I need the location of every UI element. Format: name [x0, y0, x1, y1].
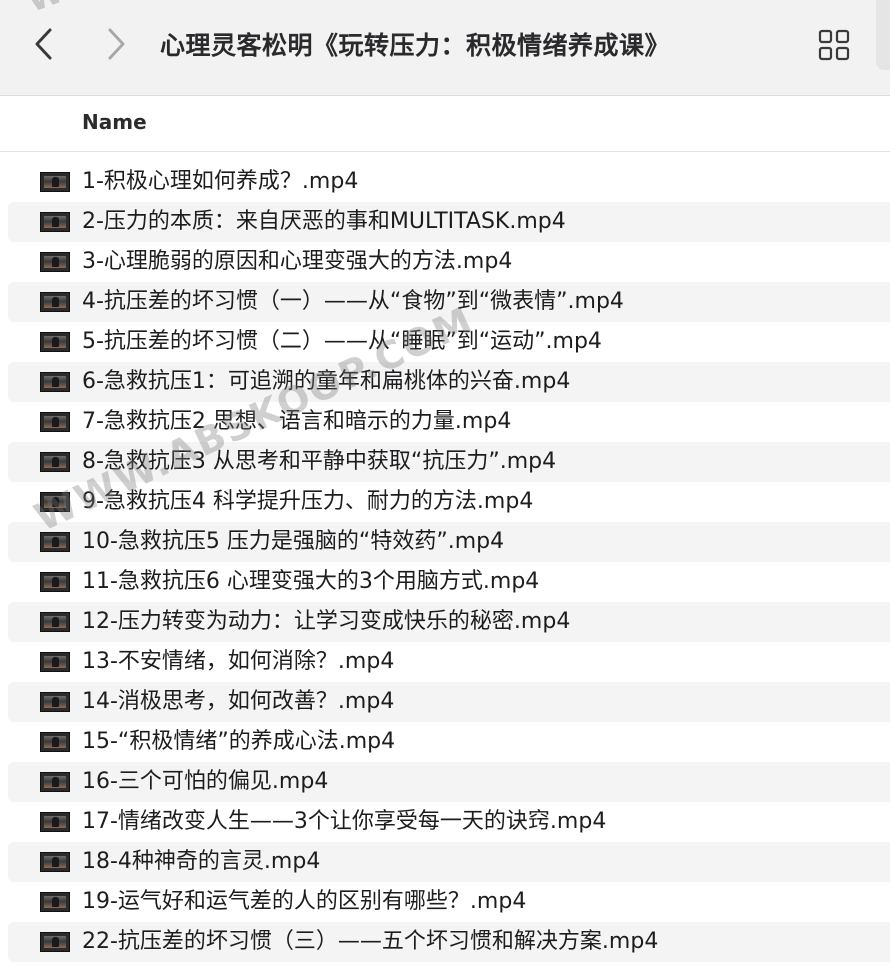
video-thumbnail-figure: [52, 577, 59, 587]
video-thumbnail-figure: [52, 897, 59, 907]
file-row[interactable]: 15-“积极情绪”的养成心法.mp4: [8, 722, 890, 762]
video-thumbnail-figure: [52, 497, 59, 507]
video-file-icon: [40, 812, 70, 832]
file-row[interactable]: 9-急救抗压4 科学提升压力、耐力的方法.mp4: [8, 482, 890, 522]
file-name: 14-消极思考，如何改善？.mp4: [82, 689, 395, 714]
video-thumbnail-figure: [52, 297, 59, 307]
finder-window: 心理灵客松明《玩转压力：积极情绪养成课》 Name 1-积极心理如何养成？.mp…: [0, 0, 890, 976]
file-name: 3-心理脆弱的原因和心理变强大的方法.mp4: [82, 249, 513, 274]
file-row[interactable]: 11-急救抗压6 心理变强大的3个用脑方式.mp4: [8, 562, 890, 602]
view-mode-button[interactable]: [812, 24, 856, 66]
file-row[interactable]: 17-情绪改变人生——3个让你享受每一天的诀窍.mp4: [8, 802, 890, 842]
video-file-icon: [40, 332, 70, 352]
file-name: 16-三个可怕的偏见.mp4: [82, 769, 329, 794]
file-row[interactable]: 7-急救抗压2 思想、语言和暗示的力量.mp4: [8, 402, 890, 442]
video-thumbnail-figure: [52, 817, 59, 827]
chevron-left-icon: [35, 28, 52, 60]
video-file-icon: [40, 732, 70, 752]
video-thumbnail-figure: [52, 417, 59, 427]
file-row[interactable]: 4-抗压差的坏习惯（一）——从“食物”到“微表情”.mp4: [8, 282, 890, 322]
video-file-icon: [40, 932, 70, 952]
file-name: 4-抗压差的坏习惯（一）——从“食物”到“微表情”.mp4: [82, 289, 624, 314]
video-thumbnail-figure: [52, 617, 59, 627]
file-name: 8-急救抗压3 从思考和平静中获取“抗压力”.mp4: [82, 449, 557, 474]
file-row[interactable]: 19-运气好和运气差的人的区别有哪些？.mp4: [8, 882, 890, 922]
file-list: 1-积极心理如何养成？.mp4 2-压力的本质：来自厌恶的事和MULTITASK.…: [0, 162, 890, 962]
column-header: Name: [0, 96, 890, 152]
file-name: 22-抗压差的坏习惯（三）——五个坏习惯和解决方案.mp4: [82, 929, 659, 954]
chevron-right-icon: [108, 28, 125, 60]
video-thumbnail-figure: [52, 937, 59, 947]
video-thumbnail-figure: [52, 737, 59, 747]
video-thumbnail-figure: [52, 537, 59, 547]
file-row[interactable]: 18-4种神奇的言灵.mp4: [8, 842, 890, 882]
file-row[interactable]: 5-抗压差的坏习惯（二）——从“睡眠”到“运动”.mp4: [8, 322, 890, 362]
file-row[interactable]: 16-三个可怕的偏见.mp4: [8, 762, 890, 802]
video-thumbnail-figure: [52, 697, 59, 707]
file-row[interactable]: 10-急救抗压5 压力是强脑的“特效药”.mp4: [8, 522, 890, 562]
video-file-icon: [40, 212, 70, 232]
video-file-icon: [40, 452, 70, 472]
video-thumbnail-figure: [52, 257, 59, 267]
file-name: 1-积极心理如何养成？.mp4: [82, 169, 359, 194]
video-file-icon: [40, 692, 70, 712]
file-row[interactable]: 2-压力的本质：来自厌恶的事和MULTITASK.mp4: [8, 202, 890, 242]
video-thumbnail-figure: [52, 657, 59, 667]
video-file-icon: [40, 652, 70, 672]
video-file-icon: [40, 612, 70, 632]
file-row[interactable]: 3-心理脆弱的原因和心理变强大的方法.mp4: [8, 242, 890, 282]
file-name: 17-情绪改变人生——3个让你享受每一天的诀窍.mp4: [82, 809, 607, 834]
video-file-icon: [40, 772, 70, 792]
video-file-icon: [40, 572, 70, 592]
file-name: 18-4种神奇的言灵.mp4: [82, 849, 321, 874]
toolbar: 心理灵客松明《玩转压力：积极情绪养成课》: [0, 0, 890, 96]
video-file-icon: [40, 172, 70, 192]
video-thumbnail-figure: [52, 857, 59, 867]
video-file-icon: [40, 532, 70, 552]
video-thumbnail-figure: [52, 217, 59, 227]
video-file-icon: [40, 252, 70, 272]
file-row[interactable]: 6-急救抗压1：可追溯的童年和扁桃体的兴奋.mp4: [8, 362, 890, 402]
video-file-icon: [40, 892, 70, 912]
video-file-icon: [40, 292, 70, 312]
file-name: 7-急救抗压2 思想、语言和暗示的力量.mp4: [82, 409, 512, 434]
video-thumbnail-figure: [52, 377, 59, 387]
file-row[interactable]: 8-急救抗压3 从思考和平静中获取“抗压力”.mp4: [8, 442, 890, 482]
video-file-icon: [40, 372, 70, 392]
file-name: 2-压力的本质：来自厌恶的事和MULTITASK.mp4: [82, 209, 566, 234]
video-thumbnail-figure: [52, 457, 59, 467]
file-name: 11-急救抗压6 心理变强大的3个用脑方式.mp4: [82, 569, 540, 594]
file-name: 19-运气好和运气差的人的区别有哪些？.mp4: [82, 889, 527, 914]
toolbar-edge: [876, 0, 890, 70]
file-row[interactable]: 1-积极心理如何养成？.mp4: [8, 162, 890, 202]
forward-button[interactable]: [96, 22, 136, 66]
window-title: 心理灵客松明《玩转压力：积极情绪养成课》: [160, 31, 671, 60]
video-thumbnail-figure: [52, 177, 59, 187]
video-thumbnail-figure: [52, 337, 59, 347]
video-file-icon: [40, 852, 70, 872]
file-name: 15-“积极情绪”的养成心法.mp4: [82, 729, 396, 754]
file-row[interactable]: 12-压力转变为动力：让学习变成快乐的秘密.mp4: [8, 602, 890, 642]
file-row[interactable]: 14-消极思考，如何改善？.mp4: [8, 682, 890, 722]
file-row[interactable]: 22-抗压差的坏习惯（三）——五个坏习惯和解决方案.mp4: [8, 922, 890, 962]
file-row[interactable]: 13-不安情绪，如何消除？.mp4: [8, 642, 890, 682]
column-header-name[interactable]: Name: [82, 110, 147, 134]
video-thumbnail-figure: [52, 777, 59, 787]
file-name: 5-抗压差的坏习惯（二）——从“睡眠”到“运动”.mp4: [82, 329, 602, 354]
file-name: 13-不安情绪，如何消除？.mp4: [82, 649, 395, 674]
video-file-icon: [40, 492, 70, 512]
file-name: 12-压力转变为动力：让学习变成快乐的秘密.mp4: [82, 609, 571, 634]
video-file-icon: [40, 412, 70, 432]
file-name: 6-急救抗压1：可追溯的童年和扁桃体的兴奋.mp4: [82, 369, 571, 394]
file-name: 9-急救抗压4 科学提升压力、耐力的方法.mp4: [82, 489, 534, 514]
back-button[interactable]: [24, 22, 64, 66]
grid-view-icon: [818, 29, 850, 61]
file-name: 10-急救抗压5 压力是强脑的“特效药”.mp4: [82, 529, 505, 554]
